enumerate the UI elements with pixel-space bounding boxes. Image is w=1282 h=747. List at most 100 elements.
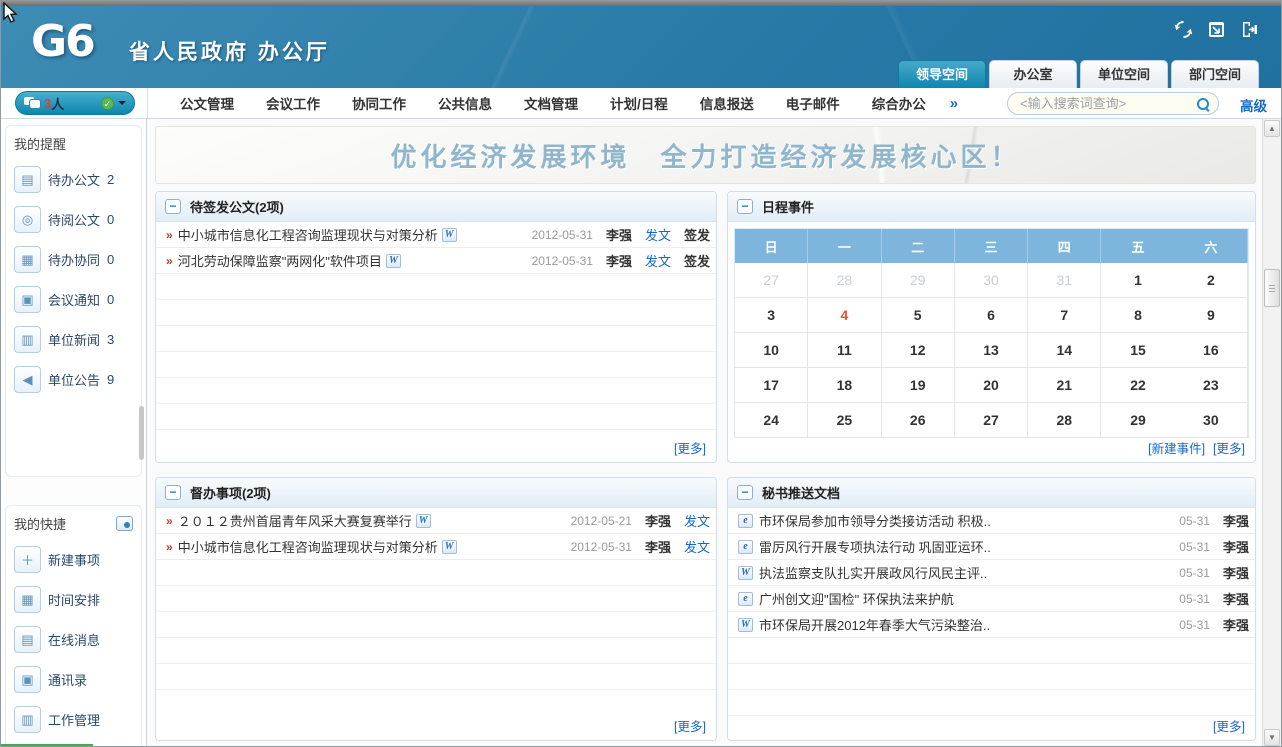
collapse-icon[interactable] [737, 199, 753, 214]
calendar-day[interactable]: 4 [808, 298, 881, 333]
sidebar-item[interactable]: ▣ 通讯录 [14, 666, 137, 693]
space-tab[interactable]: 领导空间 [898, 60, 986, 88]
sidebar-item[interactable]: ◎ 待阅公文0 [14, 206, 137, 233]
more-link[interactable]: [更多] [674, 442, 706, 456]
calendar-day[interactable]: 28 [1028, 403, 1101, 438]
window-export-icon[interactable] [1207, 20, 1226, 39]
refresh-icon[interactable] [1174, 20, 1193, 39]
calendar-day[interactable]: 20 [955, 368, 1028, 403]
menu-item[interactable]: 会议工作 [250, 93, 336, 113]
calendar-day[interactable]: 5 [882, 298, 955, 333]
calendar-day[interactable]: 1 [1101, 263, 1174, 298]
menu-item[interactable]: 公文管理 [164, 93, 250, 113]
document-title[interactable]: 市环保局开展2012年春季大气污染整治.. [759, 615, 990, 634]
scrollbar-thumb[interactable] [1264, 269, 1280, 307]
calendar-day[interactable]: 30 [1175, 403, 1248, 438]
calendar-day[interactable]: 6 [955, 298, 1028, 333]
send-doc-link[interactable]: 发文 [684, 537, 710, 556]
document-title[interactable]: ２０１２贵州首届青年风采大赛复赛举行 [178, 511, 412, 530]
calendar-day[interactable]: 30 [955, 263, 1028, 298]
menu-item[interactable]: 公共信息 [422, 93, 508, 113]
document-title[interactable]: 中小城市信息化工程咨询监理现状与对策分析 [178, 537, 438, 556]
calendar-day[interactable]: 8 [1101, 298, 1174, 333]
sidebar-item[interactable]: ▤ 在线消息 [14, 626, 137, 653]
calendar-day[interactable]: 9 [1175, 298, 1248, 333]
calendar-footer-link[interactable]: [新建事件] [1148, 442, 1205, 456]
sidebar-item[interactable]: ▥ 单位新闻3 [14, 326, 137, 353]
calendar-day[interactable]: 22 [1101, 368, 1174, 403]
send-doc-link[interactable]: 发文 [684, 511, 710, 530]
collapse-icon[interactable] [165, 485, 181, 500]
collapse-icon[interactable] [165, 199, 181, 214]
sidebar-item[interactable]: ＋ 新建事项 [14, 546, 137, 573]
collapse-icon[interactable] [737, 485, 753, 500]
advanced-search-link[interactable]: 高级 [1240, 95, 1267, 115]
menu-item[interactable]: » [942, 95, 966, 112]
sidebar-item[interactable]: ◀ 单位公告9 [14, 366, 137, 393]
vertical-scrollbar[interactable]: ▲ ▼ [1262, 119, 1281, 747]
search-input[interactable] [1020, 96, 1196, 111]
calendar-day[interactable]: 23 [1175, 368, 1248, 403]
sidebar-item[interactable]: ▣ 会议通知0 [14, 286, 137, 313]
document-title[interactable]: 执法监察支队扎实开展政风行风民主评.. [759, 563, 987, 582]
calendar-day[interactable]: 11 [808, 333, 881, 368]
calendar-day[interactable]: 12 [882, 333, 955, 368]
calendar-day[interactable]: 27 [735, 263, 808, 298]
calendar-day[interactable]: 13 [955, 333, 1028, 368]
menu-item[interactable]: 协同工作 [336, 93, 422, 113]
bullet-icon: » [166, 228, 173, 242]
more-link[interactable]: [更多] [1213, 720, 1245, 734]
calendar-day[interactable]: 29 [1101, 403, 1174, 438]
send-doc-link[interactable]: 发文 [645, 251, 671, 270]
calendar-day[interactable]: 27 [955, 403, 1028, 438]
calendar-day[interactable]: 29 [882, 263, 955, 298]
document-title[interactable]: 河北劳动保障监察"两网化"软件项目 [178, 251, 382, 270]
online-users-button[interactable]: 3 人 [15, 91, 135, 115]
search-icon[interactable] [1196, 97, 1210, 111]
calendar-day[interactable]: 7 [1028, 298, 1101, 333]
chevron-down-icon[interactable] [118, 101, 126, 109]
sign-issue-link[interactable]: 签发 [684, 251, 710, 270]
document-title[interactable]: 中小城市信息化工程咨询监理现状与对策分析 [178, 225, 438, 244]
calendar-day[interactable]: 19 [882, 368, 955, 403]
calendar-day[interactable]: 28 [808, 263, 881, 298]
calendar-footer-link[interactable]: [更多] [1213, 442, 1245, 456]
sidebar-item[interactable]: ▦ 时间安排 [14, 586, 137, 613]
calendar-day[interactable]: 14 [1028, 333, 1101, 368]
calendar-day[interactable]: 26 [882, 403, 955, 438]
calendar-day[interactable]: 2 [1175, 263, 1248, 298]
calendar-day[interactable]: 10 [735, 333, 808, 368]
calendar-day[interactable]: 16 [1175, 333, 1248, 368]
sidebar-item[interactable]: ▦ 待办协同0 [14, 246, 137, 273]
calendar-day[interactable]: 15 [1101, 333, 1174, 368]
document-title[interactable]: 雷厉风行开展专项执法行动 巩固亚运环.. [759, 537, 991, 556]
customize-shortcuts-icon[interactable] [116, 516, 133, 531]
calendar-day[interactable]: 24 [735, 403, 808, 438]
menu-item[interactable]: 文档管理 [508, 93, 594, 113]
logout-icon[interactable] [1240, 20, 1259, 39]
document-title[interactable]: 市环保局参加市领导分类接访活动 积极.. [759, 511, 991, 530]
document-title[interactable]: 广州创文迎"国检" 环保执法来护航 [759, 589, 954, 608]
menu-item[interactable]: 电子邮件 [770, 93, 856, 113]
calendar-day[interactable]: 18 [808, 368, 881, 403]
menu-item[interactable]: 信息报送 [684, 93, 770, 113]
scroll-up-icon[interactable]: ▲ [1264, 120, 1280, 137]
calendar-day[interactable]: 31 [1028, 263, 1101, 298]
calendar-day[interactable]: 25 [808, 403, 881, 438]
send-doc-link[interactable]: 发文 [645, 225, 671, 244]
sidebar-splitter-handle[interactable] [139, 406, 144, 460]
sign-issue-link[interactable]: 签发 [684, 225, 710, 244]
scroll-down-icon[interactable]: ▼ [1264, 729, 1280, 746]
more-link[interactable]: [更多] [674, 720, 706, 734]
menu-item[interactable]: 计划/日程 [594, 93, 684, 113]
menu-item[interactable]: 综合办公 [856, 93, 942, 113]
calendar-day[interactable]: 3 [735, 298, 808, 333]
sidebar-item[interactable]: ▥ 工作管理 [14, 706, 137, 733]
space-tab[interactable]: 单位空间 [1080, 60, 1168, 88]
sidebar-item-label: 单位公告 [48, 370, 100, 389]
space-tab[interactable]: 部门空间 [1171, 60, 1259, 88]
space-tab[interactable]: 办公室 [989, 60, 1077, 88]
calendar-day[interactable]: 17 [735, 368, 808, 403]
sidebar-item[interactable]: ▤ 待办公文2 [14, 166, 137, 193]
calendar-day[interactable]: 21 [1028, 368, 1101, 403]
